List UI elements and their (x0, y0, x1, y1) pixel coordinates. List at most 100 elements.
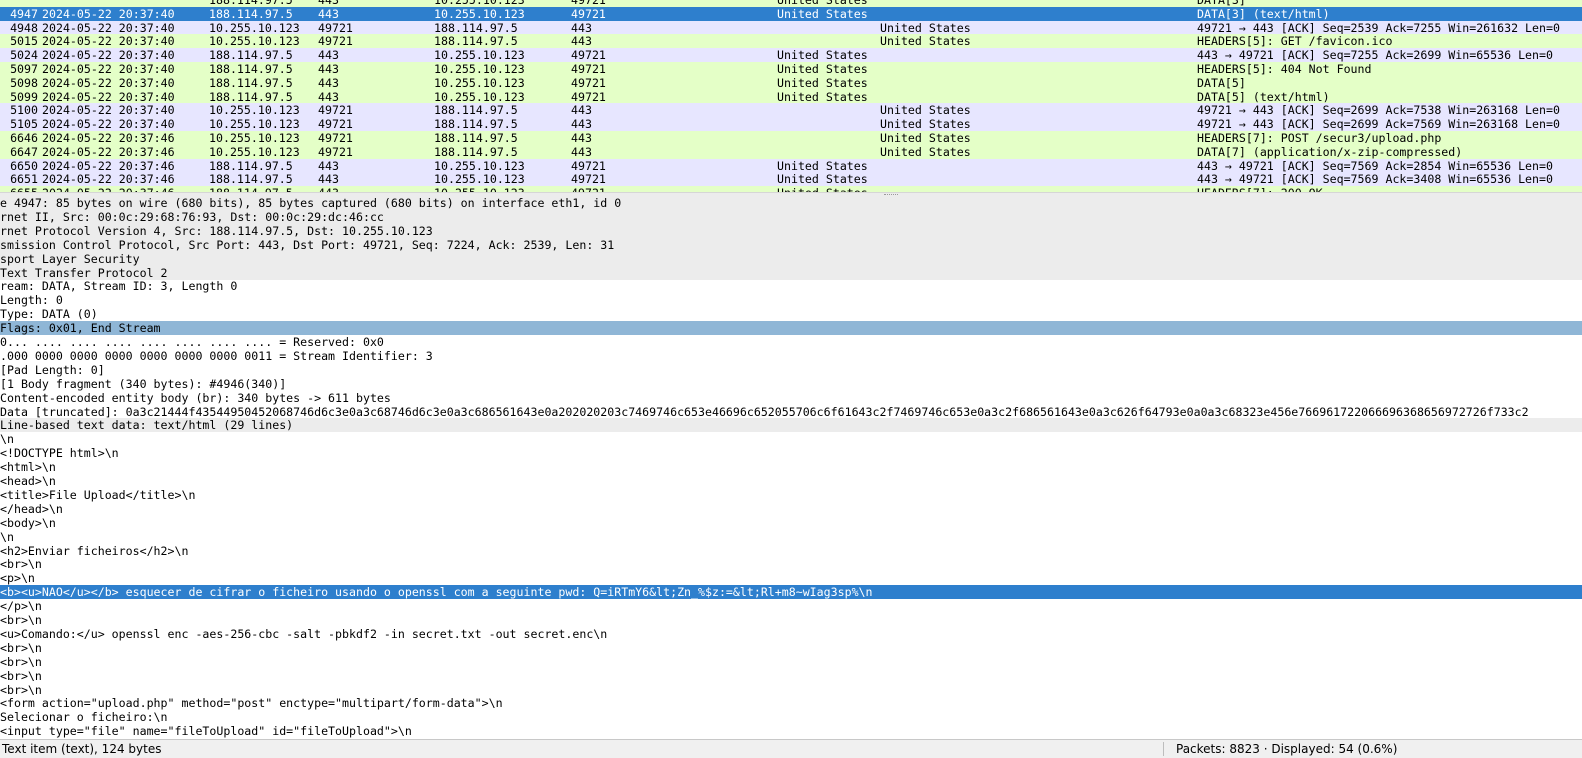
detail-tree-item[interactable]: Line-based text data: text/html (29 line… (0, 418, 1582, 433)
packet-cell-src: 188.114.97.5 (209, 89, 293, 104)
packet-cell-time: 2024-05-22 20:37:46 (42, 158, 175, 173)
packet-cell-time: 2024-05-22 20:37:40 (42, 20, 175, 35)
packet-row[interactable]: 6651 2024-05-22 20:37:46 188.114.97.5 443 10… (0, 172, 1582, 187)
packet-cell-sport: 443 (318, 75, 339, 90)
status-item-info: Text item (text), 124 bytes (2, 742, 162, 756)
detail-tree-item[interactable]: <!DOCTYPE html>\n (0, 446, 1582, 460)
detail-tree-item[interactable]: sport Layer Security (0, 251, 1582, 266)
packet-row[interactable]: 4947 2024-05-22 20:37:40 188.114.97.5 443 10… (0, 6, 1582, 21)
detail-tree-item[interactable]: </p>\n (0, 599, 1582, 613)
packet-cell-dst: 10.255.10.123 (434, 62, 525, 76)
packet-cell-dst-country: United States (880, 144, 971, 159)
packet-cell-sport: 443 (318, 48, 339, 63)
detail-tree-item[interactable]: \n (0, 432, 1582, 446)
status-bar: Text item (text), 124 bytes Packets: 882… (0, 739, 1582, 758)
packet-cell-src: 188.114.97.5 (209, 48, 293, 63)
detail-tree-item[interactable]: Content-encoded entity body (br): 340 by… (0, 391, 1582, 405)
packet-row[interactable]: 5100 2024-05-22 20:37:40 10.255.10.123 4972… (0, 103, 1582, 118)
detail-tree-item[interactable]: rnet II, Src: 00:0c:29:68:76:93, Dst: 00… (0, 209, 1582, 224)
packet-cell-src-country: United States (777, 75, 868, 90)
packet-cell-dst: 188.114.97.5 (434, 20, 518, 35)
packet-row[interactable]: 4948 2024-05-22 20:37:40 10.255.10.123 4972… (0, 20, 1582, 35)
packet-cell-src-country: United States (777, 6, 868, 21)
packet-cell-time: 2024-05-22 20:37:46 (42, 172, 175, 187)
detail-tree-item[interactable]: </head>\n (0, 502, 1582, 516)
packet-row[interactable]: 5024 2024-05-22 20:37:40 188.114.97.5 443 10… (0, 48, 1582, 63)
packet-cell-time: 2024-05-22 20:37:40 (42, 6, 175, 21)
detail-tree-item[interactable]: <br>\n (0, 641, 1582, 655)
packet-row[interactable]: 5099 2024-05-22 20:37:40 188.114.97.5 443 10… (0, 89, 1582, 104)
detail-tree-item[interactable]: rnet Protocol Version 4, Src: 188.114.97… (0, 223, 1582, 238)
packet-cell-dst-country: United States (880, 20, 971, 35)
packet-cell-time: 2024-05-22 20:37:40 (42, 34, 175, 49)
detail-tree-item[interactable]: <p>\n (0, 571, 1582, 585)
packet-row[interactable]: 6650 2024-05-22 20:37:46 188.114.97.5 443 10… (0, 158, 1582, 173)
detail-tree-item[interactable]: <u>Comando:</u> openssl enc -aes-256-cbc… (0, 627, 1582, 641)
packet-row[interactable]: 5097 2024-05-22 20:37:40 188.114.97.5 443 10… (0, 62, 1582, 76)
status-packet-count[interactable]: Packets: 8823 · Displayed: 54 (0.6%) (1176, 740, 1397, 758)
detail-tree-item[interactable]: 0... .... .... .... .... .... .... .... … (0, 335, 1582, 349)
packet-cell-dst-country: United States (880, 103, 971, 118)
detail-tree-item[interactable]: Type: DATA (0) (0, 307, 1582, 321)
detail-tree-item[interactable]: <h2>Enviar ficheiros</h2>\n (0, 544, 1582, 558)
detail-tree-item[interactable]: e 4947: 85 bytes on wire (680 bits), 85 … (0, 196, 1582, 210)
detail-tree-item[interactable]: Length: 0 (0, 293, 1582, 307)
packet-cell-dport: 443 (571, 103, 592, 118)
packet-cell-info: DATA[3] (text/html) (1197, 6, 1330, 21)
detail-tree-item[interactable]: <html>\n (0, 460, 1582, 474)
packet-row[interactable]: 6646 2024-05-22 20:37:46 10.255.10.123 4972… (0, 131, 1582, 145)
packet-cell-src: 188.114.97.5 (209, 172, 293, 187)
packet-cell-dport: 443 (571, 117, 592, 132)
packet-cell-src: 10.255.10.123 (209, 131, 300, 145)
packet-list[interactable]: 188.114.97.5 443 10.255.10.123 49721 United … (0, 0, 1582, 192)
detail-tree-item[interactable]: <input type="file" name="fileToUpload" i… (0, 724, 1582, 738)
detail-tree-item[interactable]: .000 0000 0000 0000 0000 0000 0000 0011 … (0, 349, 1582, 363)
detail-tree-item[interactable]: <br>\n (0, 669, 1582, 683)
detail-tree-item[interactable]: Selecionar o ficheiro:\n (0, 710, 1582, 724)
packet-cell-src-country: United States (777, 48, 868, 63)
packet-cell-dst: 10.255.10.123 (434, 158, 525, 173)
packet-cell-info: HEADERS[7]: POST /secur3/upload.php (1197, 131, 1442, 145)
packet-cell-no: 4948 (10, 20, 38, 35)
packet-details-pane[interactable]: e 4947: 85 bytes on wire (680 bits), 85 … (0, 196, 1582, 738)
packet-cell-sport: 443 (318, 62, 339, 76)
packet-cell-no: 5100 (10, 103, 38, 118)
detail-tree-item[interactable]: <title>File Upload</title>\n (0, 488, 1582, 502)
packet-cell-dport: 443 (571, 131, 592, 145)
packet-cell-no: 5099 (10, 89, 38, 104)
packet-cell-src-country: United States (777, 158, 868, 173)
packet-cell-info: 443 → 49721 [ACK] Seq=7255 Ack=2699 Win=… (1197, 48, 1553, 63)
detail-tree-item[interactable]: <body>\n (0, 516, 1582, 530)
packet-cell-sport: 49721 (318, 144, 353, 159)
detail-tree-item[interactable]: Text Transfer Protocol 2 (0, 265, 1582, 280)
detail-tree-item[interactable]: <br>\n (0, 613, 1582, 627)
detail-tree-item[interactable]: <br>\n (0, 655, 1582, 669)
detail-tree-item[interactable]: <form action="upload.php" method="post" … (0, 696, 1582, 710)
packet-cell-dst: 10.255.10.123 (434, 172, 525, 187)
detail-tree-item[interactable]: [1 Body fragment (340 bytes): #4946(340)… (0, 377, 1582, 391)
packet-cell-time: 2024-05-22 20:37:40 (42, 89, 175, 104)
packet-cell-info: DATA[7] (application/x-zip-compressed) (1197, 144, 1463, 159)
packet-cell-no: 4947 (10, 6, 38, 21)
detail-tree-item[interactable]: <b><u>NAO</u></b> esquecer de cifrar o f… (0, 585, 1582, 600)
packet-cell-sport: 443 (318, 172, 339, 187)
packet-row[interactable]: 5098 2024-05-22 20:37:40 188.114.97.5 443 10… (0, 75, 1582, 90)
packet-row[interactable]: 5105 2024-05-22 20:37:40 10.255.10.123 4972… (0, 117, 1582, 132)
packet-cell-dport: 49721 (571, 75, 606, 90)
detail-tree-item[interactable]: <br>\n (0, 557, 1582, 571)
packet-cell-src: 10.255.10.123 (209, 34, 300, 49)
packet-row[interactable]: 6647 2024-05-22 20:37:46 10.255.10.123 4972… (0, 144, 1582, 159)
detail-tree-item[interactable]: ream: DATA, Stream ID: 3, Length 0 (0, 279, 1582, 293)
packet-cell-dst: 188.114.97.5 (434, 117, 518, 132)
detail-tree-item[interactable]: <head>\n (0, 474, 1582, 488)
packet-row[interactable]: 5015 2024-05-22 20:37:40 10.255.10.123 4972… (0, 34, 1582, 49)
detail-tree-item[interactable]: Data [truncated]: 0a3c21444f435449504520… (0, 405, 1582, 419)
detail-tree-item[interactable]: Flags: 0x01, End Stream (0, 321, 1582, 336)
packet-cell-dst: 10.255.10.123 (434, 75, 525, 90)
detail-tree-item[interactable]: smission Control Protocol, Src Port: 443… (0, 237, 1582, 252)
detail-tree-item[interactable]: <br>\n (0, 683, 1582, 697)
packet-cell-no: 6650 (10, 158, 38, 173)
detail-tree-item[interactable]: [Pad Length: 0] (0, 363, 1582, 377)
packet-cell-info: 443 → 49721 [ACK] Seq=7569 Ack=3408 Win=… (1197, 172, 1553, 187)
detail-tree-item[interactable]: \n (0, 530, 1582, 544)
